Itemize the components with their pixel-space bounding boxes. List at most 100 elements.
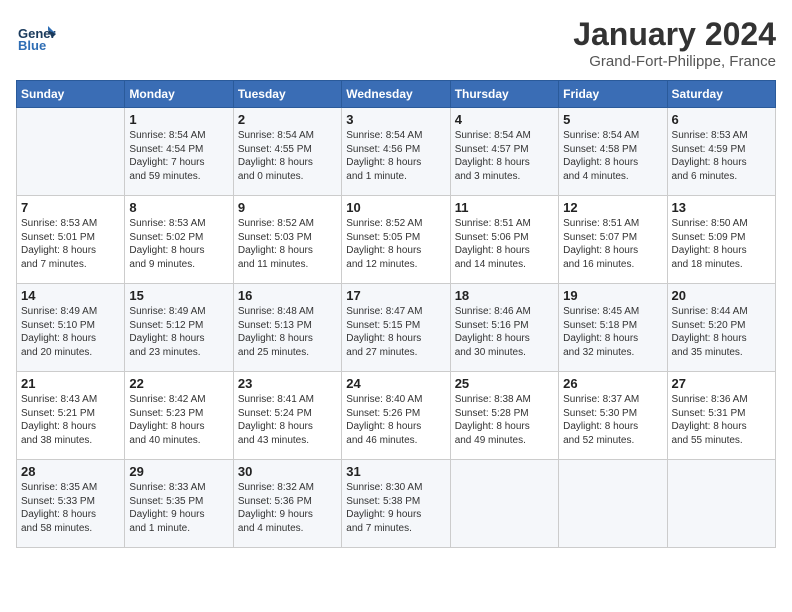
- day-number: 2: [238, 112, 337, 127]
- day-number: 12: [563, 200, 662, 215]
- calendar-cell: 15Sunrise: 8:49 AM Sunset: 5:12 PM Dayli…: [125, 284, 233, 372]
- day-info: Sunrise: 8:54 AM Sunset: 4:57 PM Dayligh…: [455, 129, 554, 183]
- day-number: 1: [129, 112, 228, 127]
- day-number: 28: [21, 464, 120, 479]
- calendar-cell: 17 Sunrise: 8:47 AM Sunset: 5:15 PM Dayli…: [342, 284, 450, 372]
- calendar-cell: 4 Sunrise: 8:54 AM Sunset: 4:57 PM Daylig…: [450, 108, 558, 196]
- day-number: 21: [21, 376, 120, 391]
- calendar-cell: 14 Sunrise: 8:49 AM Sunset: 5:10 PM Dayli…: [17, 284, 125, 372]
- day-info: Sunrise: 8:45 AM Sunset: 5:18 PM Dayligh…: [563, 305, 662, 359]
- calendar-cell: [17, 108, 125, 196]
- day-info: Sunrise: 8:53 AM Sunset: 5:01 PM Dayligh…: [21, 217, 120, 271]
- day-info: Sunrise: 8:53 AM Sunset: 5:02 PM Dayligh…: [129, 217, 228, 271]
- day-info: Sunrise: 8:50 AM Sunset: 5:09 PM Dayligh…: [672, 217, 771, 271]
- calendar-cell: 1 Sunrise: 8:54 AM Sunset: 4:54 PM Daylig…: [125, 108, 233, 196]
- calendar-cell: 12 Sunrise: 8:51 AM Sunset: 5:07 PM Dayli…: [559, 196, 667, 284]
- calendar-cell: [559, 460, 667, 548]
- calendar-week-row: 28 Sunrise: 8:35 AM Sunset: 5:33 PM Dayli…: [17, 460, 776, 548]
- calendar-cell: 27Sunrise: 8:36 AM Sunset: 5:31 PM Dayli…: [667, 372, 775, 460]
- calendar-week-row: 14 Sunrise: 8:49 AM Sunset: 5:10 PM Dayli…: [17, 284, 776, 372]
- month-title: January 2024: [573, 16, 776, 53]
- location: Grand-Fort-Philippe, France: [573, 53, 776, 70]
- calendar-cell: 7 Sunrise: 8:53 AM Sunset: 5:01 PM Daylig…: [17, 196, 125, 284]
- logo: General Blue: [16, 16, 60, 56]
- day-number: 5: [563, 112, 662, 127]
- day-number: 3: [346, 112, 445, 127]
- day-number: 15: [129, 288, 228, 303]
- header-row: SundayMondayTuesdayWednesdayThursdayFrid…: [17, 81, 776, 108]
- day-info: Sunrise: 8:54 AM Sunset: 4:55 PM Dayligh…: [238, 129, 337, 183]
- day-number: 13: [672, 200, 771, 215]
- day-info: Sunrise: 8:42 AM Sunset: 5:23 PM Dayligh…: [129, 393, 228, 447]
- day-info: Sunrise: 8:35 AM Sunset: 5:33 PM Dayligh…: [21, 481, 120, 535]
- calendar-cell: 30Sunrise: 8:32 AM Sunset: 5:36 PM Dayli…: [233, 460, 341, 548]
- day-info: Sunrise: 8:52 AM Sunset: 5:03 PM Dayligh…: [238, 217, 337, 271]
- day-info: Sunrise: 8:47 AM Sunset: 5:15 PM Dayligh…: [346, 305, 445, 359]
- calendar-cell: [667, 460, 775, 548]
- calendar-cell: [450, 460, 558, 548]
- calendar-cell: 31 Sunrise: 8:30 AM Sunset: 5:38 PM Dayli…: [342, 460, 450, 548]
- day-info: Sunrise: 8:51 AM Sunset: 5:07 PM Dayligh…: [563, 217, 662, 271]
- calendar-cell: 10 Sunrise: 8:52 AM Sunset: 5:05 PM Dayli…: [342, 196, 450, 284]
- calendar-cell: 24 Sunrise: 8:40 AM Sunset: 5:26 PM Dayli…: [342, 372, 450, 460]
- calendar-cell: 21 Sunrise: 8:43 AM Sunset: 5:21 PM Dayli…: [17, 372, 125, 460]
- day-number: 6: [672, 112, 771, 127]
- day-info: Sunrise: 8:36 AM Sunset: 5:31 PM Dayligh…: [672, 393, 771, 447]
- day-info: Sunrise: 8:43 AM Sunset: 5:21 PM Dayligh…: [21, 393, 120, 447]
- calendar-cell: 16 Sunrise: 8:48 AM Sunset: 5:13 PM Dayli…: [233, 284, 341, 372]
- title-block: January 2024 Grand-Fort-Philippe, France: [573, 16, 776, 70]
- day-number: 14: [21, 288, 120, 303]
- day-number: 22: [129, 376, 228, 391]
- calendar-cell: 19Sunrise: 8:45 AM Sunset: 5:18 PM Dayli…: [559, 284, 667, 372]
- calendar-cell: 23 Sunrise: 8:41 AM Sunset: 5:24 PM Dayli…: [233, 372, 341, 460]
- calendar-table: SundayMondayTuesdayWednesdayThursdayFrid…: [16, 80, 776, 548]
- day-info: Sunrise: 8:49 AM Sunset: 5:10 PM Dayligh…: [21, 305, 120, 359]
- day-number: 11: [455, 200, 554, 215]
- logo-icon: General Blue: [16, 16, 56, 56]
- day-info: Sunrise: 8:37 AM Sunset: 5:30 PM Dayligh…: [563, 393, 662, 447]
- day-number: 18: [455, 288, 554, 303]
- day-info: Sunrise: 8:52 AM Sunset: 5:05 PM Dayligh…: [346, 217, 445, 271]
- day-info: Sunrise: 8:30 AM Sunset: 5:38 PM Dayligh…: [346, 481, 445, 535]
- day-number: 17: [346, 288, 445, 303]
- day-info: Sunrise: 8:54 AM Sunset: 4:58 PM Dayligh…: [563, 129, 662, 183]
- calendar-cell: 3 Sunrise: 8:54 AM Sunset: 4:56 PM Daylig…: [342, 108, 450, 196]
- day-number: 10: [346, 200, 445, 215]
- calendar-cell: 9 Sunrise: 8:52 AM Sunset: 5:03 PM Daylig…: [233, 196, 341, 284]
- day-number: 7: [21, 200, 120, 215]
- day-info: Sunrise: 8:44 AM Sunset: 5:20 PM Dayligh…: [672, 305, 771, 359]
- day-info: Sunrise: 8:54 AM Sunset: 4:56 PM Dayligh…: [346, 129, 445, 183]
- day-of-week-header: Tuesday: [233, 81, 341, 108]
- day-number: 23: [238, 376, 337, 391]
- day-info: Sunrise: 8:48 AM Sunset: 5:13 PM Dayligh…: [238, 305, 337, 359]
- page-header: General Blue January 2024 Grand-Fort-Phi…: [16, 16, 776, 70]
- day-of-week-header: Friday: [559, 81, 667, 108]
- day-number: 25: [455, 376, 554, 391]
- calendar-cell: 25 Sunrise: 8:38 AM Sunset: 5:28 PM Dayli…: [450, 372, 558, 460]
- calendar-cell: 8 Sunrise: 8:53 AM Sunset: 5:02 PM Daylig…: [125, 196, 233, 284]
- day-of-week-header: Wednesday: [342, 81, 450, 108]
- calendar-cell: 20Sunrise: 8:44 AM Sunset: 5:20 PM Dayli…: [667, 284, 775, 372]
- day-info: Sunrise: 8:33 AM Sunset: 5:35 PM Dayligh…: [129, 481, 228, 535]
- calendar-week-row: 7 Sunrise: 8:53 AM Sunset: 5:01 PM Daylig…: [17, 196, 776, 284]
- day-info: Sunrise: 8:51 AM Sunset: 5:06 PM Dayligh…: [455, 217, 554, 271]
- day-number: 4: [455, 112, 554, 127]
- calendar-week-row: 1 Sunrise: 8:54 AM Sunset: 4:54 PM Daylig…: [17, 108, 776, 196]
- day-number: 31: [346, 464, 445, 479]
- day-number: 24: [346, 376, 445, 391]
- day-number: 30: [238, 464, 337, 479]
- day-number: 9: [238, 200, 337, 215]
- calendar-cell: 18Sunrise: 8:46 AM Sunset: 5:16 PM Dayli…: [450, 284, 558, 372]
- day-info: Sunrise: 8:38 AM Sunset: 5:28 PM Dayligh…: [455, 393, 554, 447]
- day-of-week-header: Saturday: [667, 81, 775, 108]
- day-info: Sunrise: 8:54 AM Sunset: 4:54 PM Dayligh…: [129, 129, 228, 183]
- day-number: 8: [129, 200, 228, 215]
- calendar-cell: 5 Sunrise: 8:54 AM Sunset: 4:58 PM Daylig…: [559, 108, 667, 196]
- calendar-cell: 13 Sunrise: 8:50 AM Sunset: 5:09 PM Dayli…: [667, 196, 775, 284]
- day-number: 16: [238, 288, 337, 303]
- calendar-cell: 11 Sunrise: 8:51 AM Sunset: 5:06 PM Dayli…: [450, 196, 558, 284]
- svg-text:Blue: Blue: [18, 38, 46, 53]
- day-info: Sunrise: 8:40 AM Sunset: 5:26 PM Dayligh…: [346, 393, 445, 447]
- calendar-cell: 29Sunrise: 8:33 AM Sunset: 5:35 PM Dayli…: [125, 460, 233, 548]
- day-info: Sunrise: 8:41 AM Sunset: 5:24 PM Dayligh…: [238, 393, 337, 447]
